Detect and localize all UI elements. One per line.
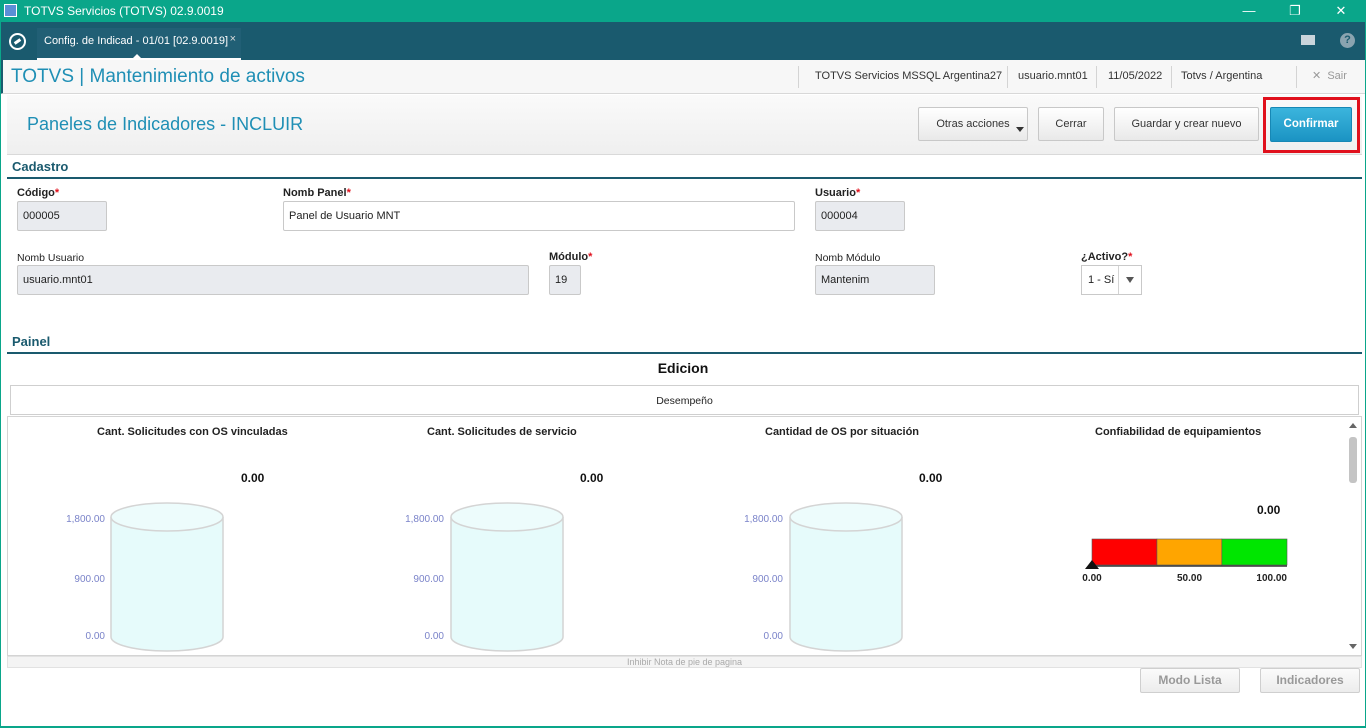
other-actions-button[interactable]: Otras acciones <box>918 107 1028 141</box>
chart-tick-label: 900.00 <box>413 574 444 585</box>
section-divider <box>7 177 1362 179</box>
cylinder-top <box>450 502 564 532</box>
window-title: TOTVS Servicios (TOTVS) 02.9.0019 <box>24 4 224 18</box>
footer-note-toggle[interactable]: Inhibir Nota de pie de pagina <box>7 656 1362 668</box>
app-icon <box>4 4 17 17</box>
tab-bar: Config. de Indicad - 01/01 [02.9.0019] ×… <box>0 22 1366 60</box>
header-divider <box>1096 66 1097 88</box>
gauge-tick-label: 0.00 <box>1082 573 1102 584</box>
header-divider <box>1296 66 1297 88</box>
header-divider <box>1007 66 1008 88</box>
tab-desempeno[interactable]: Desempeño <box>10 385 1359 415</box>
section-title-painel: Painel <box>12 334 51 349</box>
cylinder-body <box>789 517 903 652</box>
app-header: TOTVS | Mantenimiento de activos TOTVS S… <box>0 60 1366 94</box>
chart-tick-label: 0.00 <box>85 631 105 642</box>
header-server: TOTVS Servicios MSSQL Argentina27 <box>815 70 1003 82</box>
chart-tick-label: 900.00 <box>74 574 105 585</box>
activo-label: ¿Activo?* <box>1081 251 1133 263</box>
gauge-tick-label: 50.00 <box>1177 573 1202 584</box>
cylinder-gauge-2 <box>450 502 564 652</box>
gauge-band <box>1091 538 1158 566</box>
chart-title: Confiabilidad de equipamientos <box>1095 426 1262 438</box>
gauge-tick-label: 100.00 <box>1256 573 1287 584</box>
chart-tick-label: 1,800.00 <box>744 514 783 525</box>
chart-title: Cantidad de OS por situación <box>765 426 920 438</box>
section-title-cadastro: Cadastro <box>12 159 69 174</box>
chart-title: Cant. Solicitudes de servicio <box>427 426 577 438</box>
nomb-modulo-field[interactable]: Mantenim <box>815 265 935 295</box>
codigo-label: Código* <box>17 187 60 199</box>
close-window-button[interactable]: ✕ <box>1318 0 1364 22</box>
modulo-label: Módulo* <box>549 251 593 263</box>
tab-label: Config. de Indicad - 01/01 [02.9.0019] <box>44 35 229 47</box>
header-date: 11/05/2022 <box>1108 70 1163 82</box>
window-border <box>0 22 1 728</box>
window-title-bar: TOTVS Servicios (TOTVS) 02.9.0019 — ❐ ✕ <box>0 0 1366 22</box>
cylinder-gauge-3 <box>789 502 903 652</box>
confirm-button[interactable]: Confirmar <box>1270 107 1352 142</box>
scroll-up-icon[interactable] <box>1349 423 1357 428</box>
chart-tick-label: 1,800.00 <box>66 514 105 525</box>
page-title: Paneles de Indicadores - INCLUIR <box>27 114 304 134</box>
other-actions-label: Otras acciones <box>936 118 1010 130</box>
nomb-usuario-label: Nomb Usuario <box>17 252 85 264</box>
chart-tick-label: 0.00 <box>763 631 783 642</box>
usuario-field[interactable]: 000004 <box>815 201 905 231</box>
cylinder-body <box>110 517 224 652</box>
activo-selected-value: 1 - Sí <box>1088 274 1115 286</box>
tab-config-indicadores[interactable]: Config. de Indicad - 01/01 [02.9.0019] × <box>37 28 241 60</box>
list-mode-button[interactable]: Modo Lista <box>1140 668 1240 693</box>
indicator-charts-panel: Cant. Solicitudes con OS vinculadas 0.00… <box>7 416 1362 656</box>
exit-button[interactable]: ✕ Sair <box>1312 69 1347 82</box>
chevron-down-icon[interactable] <box>1118 266 1141 294</box>
cylinder-body <box>450 517 564 652</box>
gauge-band <box>1156 538 1223 566</box>
minimize-button[interactable]: — <box>1226 0 1272 22</box>
mail-icon[interactable] <box>1301 35 1315 45</box>
vertical-scrollbar[interactable] <box>1347 419 1359 653</box>
totvs-logo-icon[interactable] <box>9 33 26 50</box>
header-divider <box>1171 66 1172 88</box>
chart-tick-label: 0.00 <box>424 631 444 642</box>
gauge-band <box>1221 538 1288 566</box>
help-icon[interactable]: ? <box>1340 33 1355 48</box>
exit-label: Sair <box>1327 70 1347 82</box>
header-company: Totvs / Argentina <box>1181 70 1263 82</box>
chart-value-label: 0.00 <box>919 471 943 485</box>
modulo-field[interactable]: 19 <box>549 265 581 295</box>
restore-button[interactable]: ❐ <box>1272 0 1318 22</box>
nomb-panel-label: Nomb Panel* <box>283 187 351 199</box>
indicators-button[interactable]: Indicadores <box>1260 668 1360 693</box>
chevron-down-icon <box>1016 127 1024 132</box>
section-divider <box>7 352 1362 354</box>
chart-value-label: 0.00 <box>241 471 265 485</box>
chart-tick-label: 1,800.00 <box>405 514 444 525</box>
header-user: usuario.mnt01 <box>1018 70 1088 82</box>
chart-title: Cant. Solicitudes con OS vinculadas <box>97 426 288 438</box>
nomb-panel-field[interactable]: Panel de Usuario MNT <box>283 201 795 231</box>
tab-close-icon[interactable]: × <box>230 33 236 45</box>
codigo-field[interactable]: 000005 <box>17 201 107 231</box>
scrollbar-thumb[interactable] <box>1349 437 1357 483</box>
cylinder-top <box>789 502 903 532</box>
cylinder-gauge-1 <box>110 502 224 652</box>
nomb-modulo-label: Nomb Módulo <box>815 252 881 264</box>
usuario-label: Usuario* <box>815 187 861 199</box>
save-and-new-button[interactable]: Guardar y crear nuevo <box>1114 107 1259 141</box>
chart-value-label: 0.00 <box>1257 503 1281 517</box>
cylinder-top <box>110 502 224 532</box>
close-button[interactable]: Cerrar <box>1038 107 1104 141</box>
page-title-bar: Paneles de Indicadores - INCLUIR Otras a… <box>7 95 1362 155</box>
chart-value-label: 0.00 <box>580 471 604 485</box>
scroll-down-icon[interactable] <box>1349 644 1357 649</box>
app-title: TOTVS | Mantenimiento de activos <box>11 66 305 87</box>
chart-tick-label: 900.00 <box>752 574 783 585</box>
close-icon: ✕ <box>1312 70 1328 82</box>
linear-gauge: 0.00 50.00 100.00 <box>1082 538 1288 584</box>
header-divider <box>798 66 799 88</box>
activo-select[interactable]: 1 - Sí <box>1081 265 1142 295</box>
nomb-usuario-field[interactable]: usuario.mnt01 <box>17 265 529 295</box>
panel-edit-title: Edicion <box>657 360 709 376</box>
